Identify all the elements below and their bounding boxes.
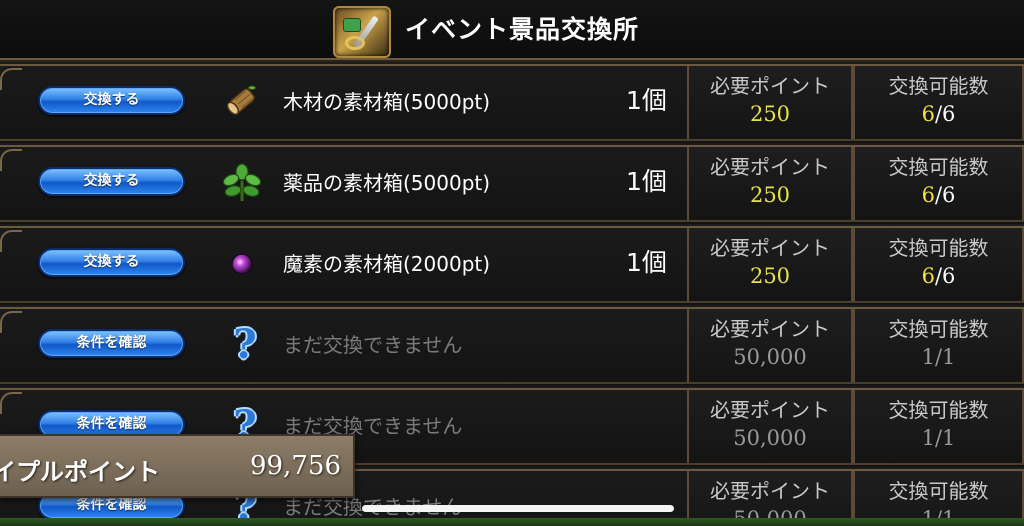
required-points-value: 250 — [749, 183, 791, 207]
item-quantity: 1個 — [626, 86, 667, 115]
exchange-row: 交換する 薬品の素材箱(5000pt) 1個 必要ポイント 250 交換可能数 … — [0, 143, 1024, 224]
exchange-count-remaining: 6 — [921, 102, 935, 126]
exchange-count-label: 交換可能数 — [888, 317, 989, 341]
exchange-count-total: /1 — [934, 426, 956, 450]
exchange-count-value: 6/6 — [855, 264, 1022, 288]
required-points-label: 必要ポイント — [710, 479, 830, 503]
exchange-count-cell: 交換可能数 6/6 — [853, 228, 1024, 301]
exchange-count-label: 交換可能数 — [888, 236, 989, 260]
item-name: 木材の素材箱(5000pt) — [283, 90, 491, 114]
exchange-count-total: /1 — [934, 345, 956, 369]
exchange-count-value: 1/1 — [855, 426, 1022, 450]
herb-plant-icon — [222, 163, 262, 201]
magic-orb-icon — [231, 253, 253, 275]
required-points-label: 必要ポイント — [710, 317, 830, 341]
check-conditions-button[interactable]: 条件を確認 — [38, 329, 185, 358]
required-points-label: 必要ポイント — [710, 74, 830, 98]
points-panel: イプルポイント 99,756 — [0, 434, 355, 498]
required-points-value: 250 — [749, 102, 791, 126]
required-points-cell: 必要ポイント 250 — [687, 66, 853, 139]
item-name: 魔素の素材箱(2000pt) — [283, 252, 491, 276]
wood-log-icon — [226, 85, 257, 116]
event-exchange-screen: イベント景品交換所 交換する 木材の素材箱(5000pt) 1個 必要ポイント … — [0, 0, 1024, 526]
exchange-button[interactable]: 交換する — [38, 167, 185, 196]
exchange-count-cell: 交換可能数 1/1 — [853, 390, 1024, 463]
exchange-count-remaining: 6 — [921, 264, 935, 288]
item-quantity: 1個 — [626, 248, 667, 277]
exchange-count-value: 6/6 — [855, 183, 1022, 207]
exchange-count-label: 交換可能数 — [888, 74, 989, 98]
exchange-row: 交換する 魔素の素材箱(2000pt) 1個 必要ポイント 250 交換可能数 — [0, 224, 1024, 305]
points-value: 99,756 — [250, 451, 341, 481]
exchange-count-total: /6 — [934, 183, 956, 207]
exchange-count-remaining: 1 — [921, 345, 935, 369]
required-points-cell: 必要ポイント 50,000 — [687, 309, 853, 382]
required-points-label: 必要ポイント — [710, 155, 830, 179]
event-shop-treasure-icon — [333, 6, 391, 58]
exchange-button[interactable]: 交換する — [38, 86, 185, 115]
item-name: 薬品の素材箱(5000pt) — [283, 171, 491, 195]
page-title: イベント景品交換所 — [405, 15, 640, 44]
required-points-label: 必要ポイント — [710, 236, 830, 260]
points-label: イプルポイント — [0, 458, 160, 486]
required-points-value: 50,000 — [733, 426, 807, 450]
exchange-count-cell: 交換可能数 6/6 — [853, 66, 1024, 139]
exchange-row: 交換する 木材の素材箱(5000pt) 1個 必要ポイント 250 交換可能数 … — [0, 62, 1024, 143]
exchange-count-label: 交換可能数 — [888, 155, 989, 179]
exchange-count-value: 6/6 — [855, 102, 1022, 126]
question-mark-icon: ? — [233, 321, 257, 368]
item-name: まだ交換できません — [283, 333, 463, 357]
exchange-count-remaining: 6 — [921, 183, 935, 207]
exchange-count-cell: 交換可能数 1/1 — [853, 309, 1024, 382]
required-points-value: 250 — [749, 264, 791, 288]
bottom-edge — [0, 518, 1024, 526]
required-points-cell: 必要ポイント 50,000 — [687, 390, 853, 463]
exchange-count-cell: 交換可能数 6/6 — [853, 147, 1024, 220]
exchange-button[interactable]: 交換する — [38, 248, 185, 277]
title-bar: イベント景品交換所 — [0, 0, 1024, 60]
required-points-cell: 必要ポイント 250 — [687, 147, 853, 220]
exchange-count-total: /6 — [934, 264, 956, 288]
exchange-count-label: 交換可能数 — [888, 479, 989, 503]
item-quantity: 1個 — [626, 167, 667, 196]
exchange-count-remaining: 1 — [921, 426, 935, 450]
exchange-count-label: 交換可能数 — [888, 398, 989, 422]
exchange-row: 条件を確認 ? まだ交換できません 必要ポイント 50,000 交換可能数 1/… — [0, 305, 1024, 386]
required-points-label: 必要ポイント — [710, 398, 830, 422]
exchange-count-total: /6 — [934, 102, 956, 126]
required-points-cell: 必要ポイント 250 — [687, 228, 853, 301]
required-points-value: 50,000 — [733, 345, 807, 369]
home-indicator[interactable] — [362, 505, 674, 512]
exchange-count-value: 1/1 — [855, 345, 1022, 369]
